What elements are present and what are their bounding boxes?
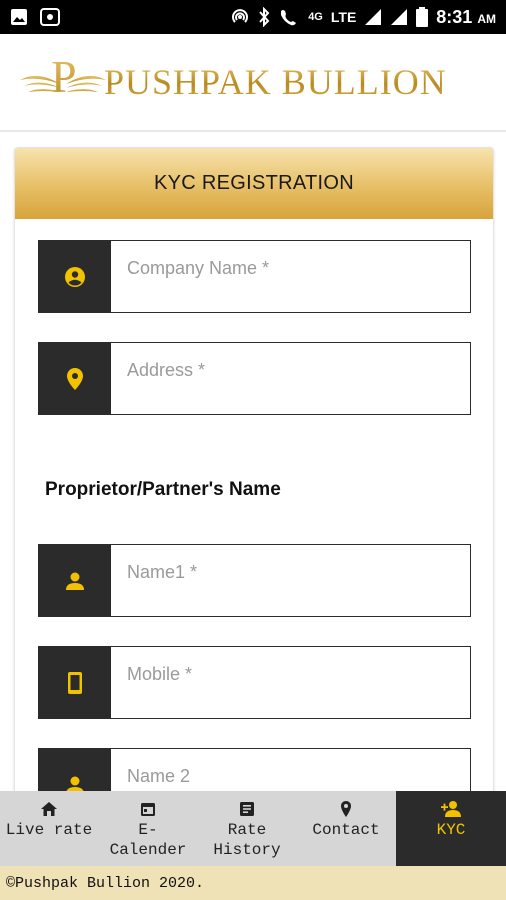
company-name-field (38, 240, 471, 313)
proprietor-section-label: Proprietor/Partner's Name (45, 479, 281, 500)
mobile-phone-icon (39, 647, 111, 718)
nav-label: Contact (312, 821, 380, 839)
status-time: 8:31 AM (436, 6, 496, 27)
address-input[interactable] (111, 343, 470, 397)
hotspot-icon (230, 7, 250, 27)
screen-record-icon (40, 8, 60, 26)
bluetooth-icon (258, 7, 270, 27)
form-header: KYC REGISTRATION (15, 148, 493, 219)
location-pin-icon (39, 343, 111, 414)
account-circle-icon (39, 241, 111, 312)
gallery-notification-icon (10, 8, 28, 26)
add-person-icon (440, 799, 462, 819)
form-title: KYC REGISTRATION (153, 172, 354, 194)
kyc-form-card: KYC REGISTRATION Proprietor/Partner's Na… (14, 147, 494, 807)
svg-text:P: P (51, 51, 77, 102)
nav-label: E- (138, 821, 158, 839)
address-field (38, 342, 471, 415)
nav-label: KYC (436, 821, 466, 839)
nav-label-line2: History (213, 841, 281, 859)
bottom-navigation: Live rate E- Calender Rate History Conta… (0, 791, 506, 866)
name1-input[interactable] (111, 545, 470, 599)
wifi-call-icon (278, 7, 300, 27)
nav-rate-history[interactable]: Rate History (198, 791, 296, 866)
calendar-icon (140, 799, 156, 819)
brand-name: PUSHPAK BULLION (104, 62, 447, 102)
company-name-input[interactable] (111, 241, 470, 295)
list-icon (239, 799, 255, 819)
app-header: P PUSHPAK BULLION (0, 34, 506, 132)
mobile-field (38, 646, 471, 719)
network-small-label: 4G (308, 11, 323, 23)
battery-icon (416, 7, 429, 27)
nav-label-line2: Calender (109, 841, 187, 859)
name1-field (38, 544, 471, 617)
nav-contact[interactable]: Contact (296, 791, 396, 866)
signal-icon (364, 8, 382, 26)
brand-logo-icon: P (18, 50, 108, 115)
footer-copyright: ©Pushpak Bullion 2020. (0, 866, 506, 900)
person-icon (39, 545, 111, 616)
mobile-input[interactable] (111, 647, 470, 701)
nav-live-rate[interactable]: Live rate (0, 791, 98, 866)
nav-e-calender[interactable]: E- Calender (98, 791, 198, 866)
status-bar: 4G LTE 8:31 AM (0, 0, 506, 34)
location-pin-icon (340, 799, 352, 819)
nav-kyc[interactable]: KYC (396, 791, 506, 866)
signal-icon-2 (390, 8, 408, 26)
home-icon (40, 799, 58, 819)
nav-label: Rate (227, 821, 267, 839)
network-type-label: LTE (330, 9, 357, 25)
nav-label: Live rate (5, 821, 93, 839)
